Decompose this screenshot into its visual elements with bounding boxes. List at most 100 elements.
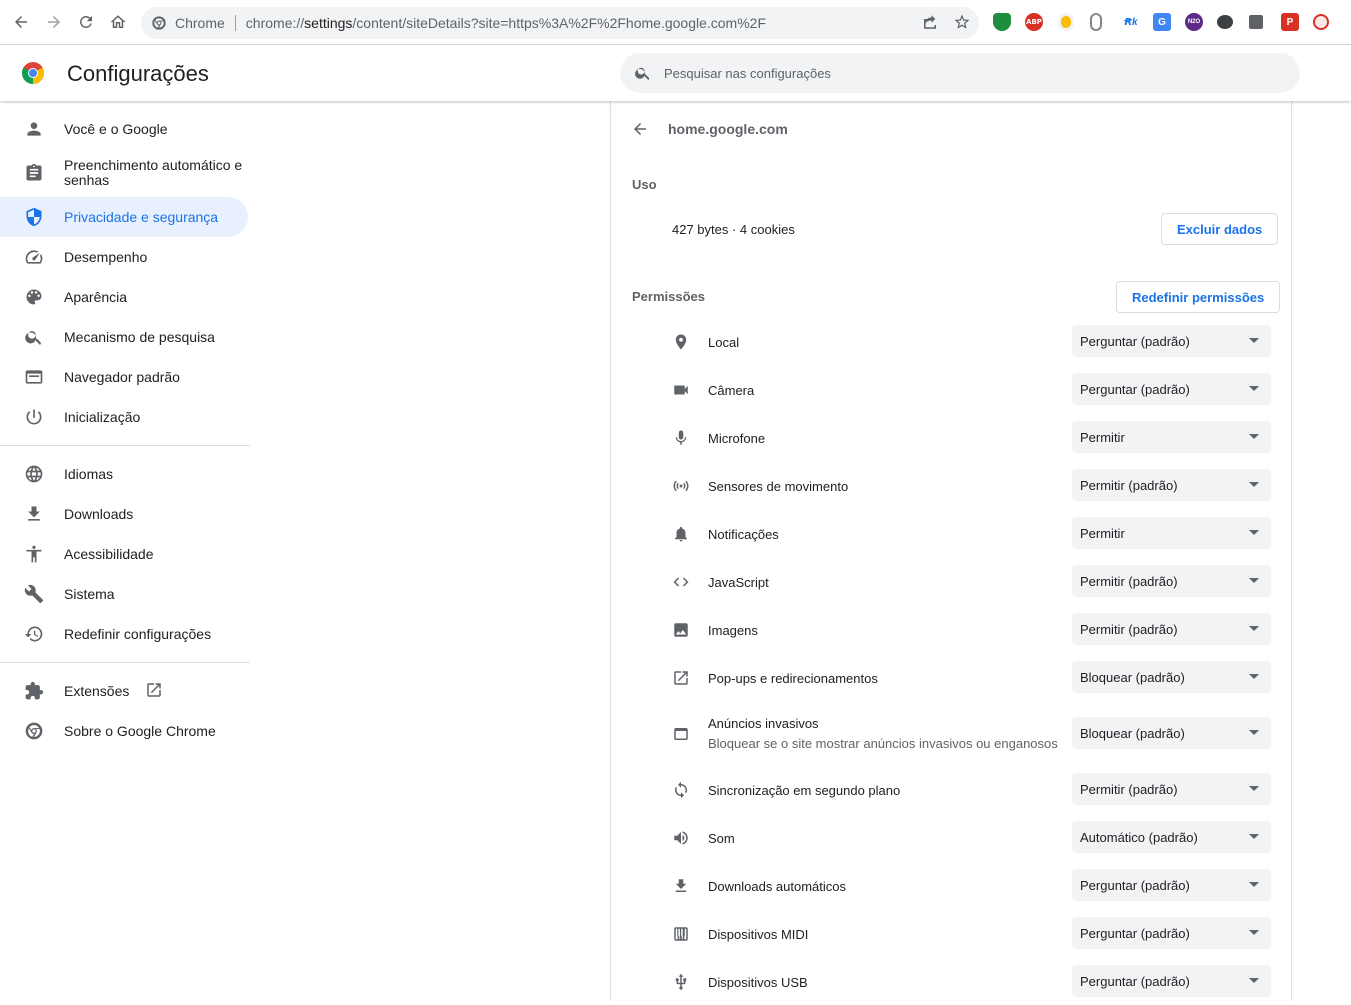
settings-sidebar: Você e o Google Preenchimento automático… <box>0 101 250 1000</box>
permission-value: Permitir <box>1080 525 1125 541</box>
address-bar[interactable]: Chrome chrome://settings/content/siteDet… <box>141 7 979 39</box>
permission-select[interactable]: Perguntar (padrão) <box>1072 965 1271 997</box>
site-title: home.google.com <box>668 121 788 137</box>
shield-icon <box>24 207 44 227</box>
clear-data-button[interactable]: Excluir dados <box>1161 213 1279 245</box>
dropdown-arrow-icon <box>1249 482 1259 487</box>
red-extension-icon[interactable]: P <box>1281 13 1299 31</box>
url-host: settings <box>304 15 353 31</box>
sidebar-item-label: Redefinir configurações <box>64 625 212 642</box>
permission-sublabel: Bloquear se o site mostrar anúncios inva… <box>708 736 1058 751</box>
sidebar-item-about-chrome[interactable]: Sobre o Google Chrome <box>0 711 248 751</box>
google-translate-extension-icon[interactable]: G <box>1153 13 1171 31</box>
adblock-extension-icon[interactable]: ABP <box>1025 13 1043 31</box>
settings-header: Configurações <box>0 45 1351 101</box>
url-path: /content/siteDetails?site=https%3A%2F%2F… <box>352 15 767 31</box>
sidebar-item-accessibility[interactable]: Acessibilidade <box>0 534 248 574</box>
reload-icon[interactable] <box>75 11 97 33</box>
dropdown-arrow-icon <box>1249 834 1259 839</box>
sensors-icon <box>672 477 690 495</box>
sidebar-item-startup[interactable]: Inicialização <box>0 397 248 437</box>
permission-value: Permitir (padrão) <box>1080 573 1178 589</box>
sidebar-item-reset[interactable]: Redefinir configurações <box>0 614 248 654</box>
blocker-extension-icon[interactable] <box>1313 14 1329 30</box>
url-text[interactable]: chrome://settings/content/siteDetails?si… <box>246 15 766 31</box>
permission-label: Dispositivos USB <box>708 975 808 990</box>
search-input[interactable] <box>664 65 1264 81</box>
permission-select[interactable]: Permitir (padrão) <box>1072 565 1271 597</box>
home-icon[interactable] <box>107 11 129 33</box>
translate-lines-extension-icon[interactable]: Ꞧk <box>1122 13 1140 31</box>
permission-select[interactable]: Permitir (padrão) <box>1072 613 1271 645</box>
permission-row-motion-sensors: Sensores de movimento Permitir (padrão) <box>611 461 1293 509</box>
sidebar-item-search-engine[interactable]: Mecanismo de pesquisa <box>0 317 248 357</box>
shield-extension-icon[interactable] <box>993 13 1011 31</box>
permission-select[interactable]: Bloquear (padrão) <box>1072 717 1271 749</box>
permission-label: Sensores de movimento <box>708 479 849 494</box>
permission-select[interactable]: Permitir (padrão) <box>1072 469 1271 501</box>
permission-select[interactable]: Bloquear (padrão) <box>1072 661 1271 693</box>
sidebar-item-label: Você e o Google <box>64 120 168 137</box>
honey-extension-icon[interactable] <box>1058 13 1074 31</box>
image-icon <box>672 621 690 639</box>
volume-icon <box>672 829 690 847</box>
dots-extension-icon[interactable] <box>1217 15 1233 29</box>
sidebar-item-privacy[interactable]: Privacidade e segurança <box>0 197 248 237</box>
globe-icon <box>24 464 44 484</box>
permission-row-microphone: Microfone Permitir <box>611 413 1293 461</box>
permission-select[interactable]: Perguntar (padrão) <box>1072 373 1271 405</box>
omnibox-separator <box>234 15 236 31</box>
permission-select[interactable]: Perguntar (padrão) <box>1072 869 1271 901</box>
reset-permissions-button[interactable]: Redefinir permissões <box>1116 281 1281 313</box>
sidebar-item-default-browser[interactable]: Navegador padrão <box>0 357 248 397</box>
permission-label: Anúncios invasivos <box>708 716 819 731</box>
dropdown-arrow-icon <box>1249 882 1259 887</box>
sidebar-item-appearance[interactable]: Aparência <box>0 277 248 317</box>
omnibox-chip: Chrome <box>175 15 225 31</box>
sidebar-item-label: Sistema <box>64 585 115 602</box>
permission-select[interactable]: Permitir <box>1072 421 1271 453</box>
sidebar-item-label: Inicialização <box>64 408 141 425</box>
sidebar-item-label: Mecanismo de pesquisa <box>64 328 215 345</box>
permission-row-location: Local Perguntar (padrão) <box>611 317 1293 365</box>
location-icon <box>672 333 690 351</box>
chrome-icon <box>24 721 44 741</box>
forward-arrow-icon[interactable] <box>43 11 65 33</box>
accessibility-icon <box>24 544 44 564</box>
bookmark-star-icon[interactable] <box>953 13 971 34</box>
sidebar-divider <box>0 445 250 446</box>
sidebar-item-autofill[interactable]: Preenchimento automático e senhas <box>0 153 248 193</box>
permission-value: Permitir (padrão) <box>1080 621 1178 637</box>
permissions-section-label: Permissões <box>632 289 705 304</box>
clipboard-icon <box>24 163 44 183</box>
sidebar-item-languages[interactable]: Idiomas <box>0 454 248 494</box>
permission-select[interactable]: Permitir <box>1072 517 1271 549</box>
dropdown-arrow-icon <box>1249 978 1259 983</box>
permission-value: Permitir (padrão) <box>1080 781 1178 797</box>
permission-row-javascript: JavaScript Permitir (padrão) <box>611 557 1293 605</box>
back-arrow-icon[interactable] <box>631 120 649 138</box>
permission-select[interactable]: Perguntar (padrão) <box>1072 325 1271 357</box>
sidebar-item-extensions[interactable]: Extensões <box>0 671 248 711</box>
back-arrow-icon[interactable] <box>10 11 32 33</box>
sidebar-item-performance[interactable]: Desempenho <box>0 237 248 277</box>
settings-search[interactable] <box>620 53 1300 93</box>
permission-row-midi: Dispositivos MIDI Perguntar (padrão) <box>611 909 1293 957</box>
capsule-extension-icon[interactable] <box>1090 13 1102 31</box>
permission-select[interactable]: Automático (padrão) <box>1072 821 1271 853</box>
permission-row-usb: Dispositivos USB Perguntar (padrão) <box>611 957 1293 1005</box>
n2o-extension-icon[interactable]: N2O <box>1185 13 1203 31</box>
permission-select[interactable]: Perguntar (padrão) <box>1072 917 1271 949</box>
permission-label: Pop-ups e redirecionamentos <box>708 671 878 686</box>
sidebar-item-you-and-google[interactable]: Você e o Google <box>0 109 248 149</box>
permission-select[interactable]: Permitir (padrão) <box>1072 773 1271 805</box>
tab-manager-extension-icon[interactable] <box>1249 15 1263 29</box>
permission-row-intrusive-ads: Anúncios invasivos Bloquear se o site mo… <box>611 701 1293 765</box>
sidebar-item-system[interactable]: Sistema <box>0 574 248 614</box>
share-icon[interactable] <box>921 13 939 34</box>
dropdown-arrow-icon <box>1249 386 1259 391</box>
permission-row-background-sync: Sincronização em segundo plano Permitir … <box>611 765 1293 813</box>
sidebar-item-label: Acessibilidade <box>64 545 154 562</box>
history-icon <box>24 624 44 644</box>
sidebar-item-downloads[interactable]: Downloads <box>0 494 248 534</box>
